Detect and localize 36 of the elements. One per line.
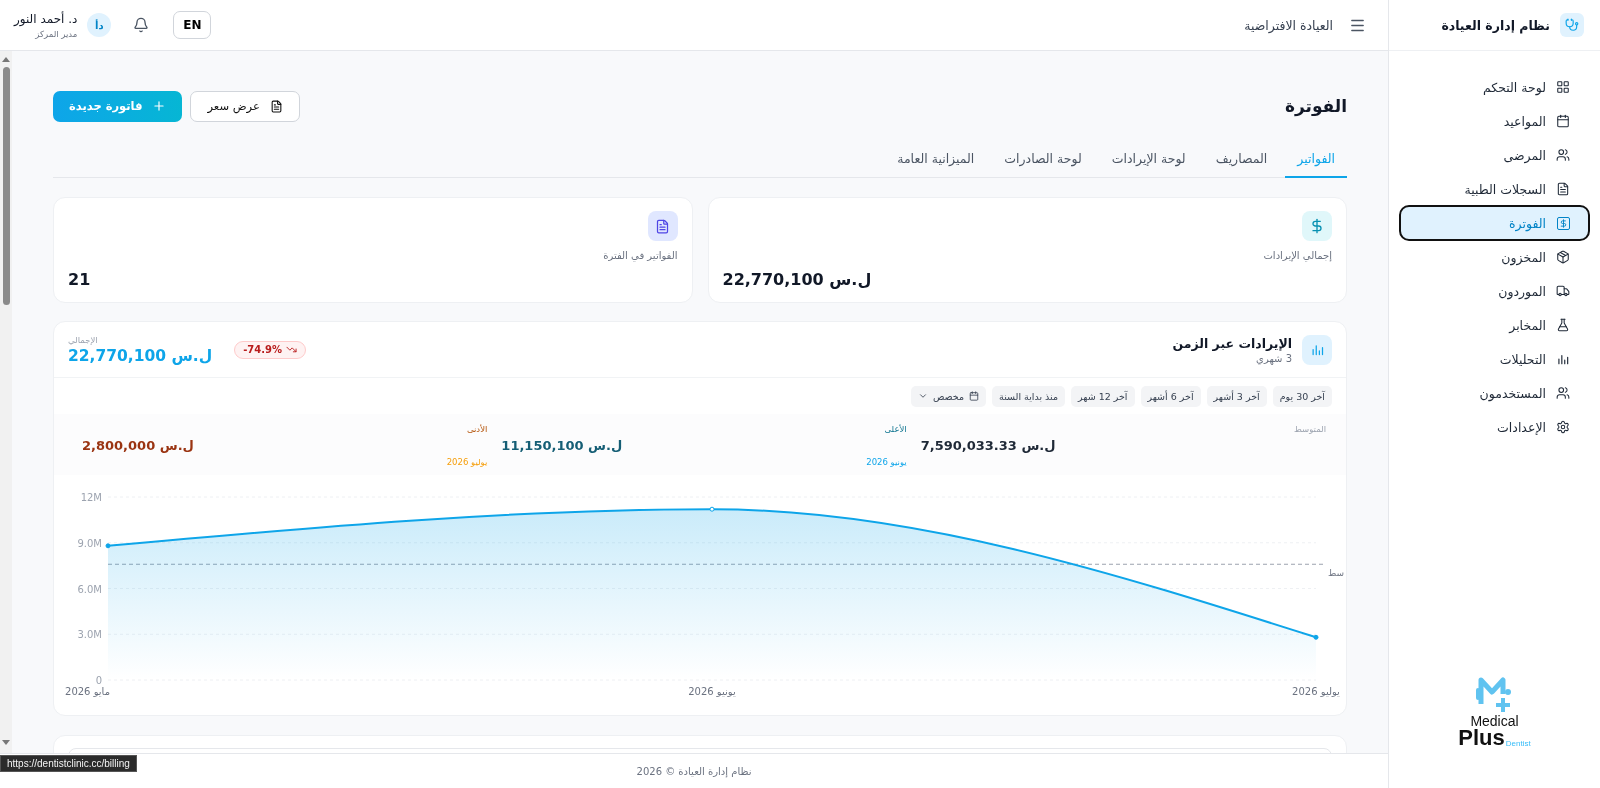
average-label: سط — [1328, 568, 1345, 579]
summary-value: ل.س 2,800,000 — [82, 438, 194, 454]
axis-label: 9.0M — [77, 537, 102, 549]
status-url: https://dentistclinic.cc/billing — [0, 755, 137, 772]
axis-label: يوليو 2026 — [1292, 686, 1340, 697]
stat-value: ل.س 22,770,100 — [722, 270, 872, 289]
summary-date: يونيو 2026 — [866, 457, 907, 467]
footer-text: نظام إدارة العيادة © 2026 — [636, 765, 752, 777]
axis-label: يونيو 2026 — [688, 686, 736, 697]
chart-title: الإيرادات عبر الزمن — [1172, 335, 1292, 351]
stat-value: 21 — [68, 270, 91, 289]
axis-label: مايو 2026 — [65, 686, 110, 697]
stat-label: الفواتير في الفترة — [602, 250, 678, 261]
logo-tagline: Dentist — [1505, 739, 1531, 748]
app-title: نظام إدارة العيادة — [1441, 17, 1550, 33]
axis-label: 12M — [80, 492, 102, 503]
chart-subtitle: 3 شهري — [1255, 352, 1292, 364]
page-title: الفوترة — [1284, 96, 1347, 116]
logo-text: Plus — [1458, 728, 1505, 748]
stat-label: إجمالي الإيرادات — [1262, 250, 1332, 261]
logo-text: Medical — [1470, 714, 1519, 728]
clinic-name: العيادة الافتراضية — [1244, 17, 1333, 33]
user-name: د. أحمد النور — [14, 11, 78, 26]
summary-label: الأعلى — [884, 424, 907, 435]
total-label: الإجمالي — [68, 334, 98, 345]
axis-label: 6.0M — [77, 583, 102, 595]
change-badge: -74.9% — [234, 340, 307, 359]
summary-label: الأدنى — [466, 424, 488, 435]
summary-label: المتوسط — [1294, 424, 1326, 435]
total-value: ل.س 22,770,100 — [68, 346, 213, 365]
axis-label: 3.0M — [77, 629, 102, 641]
user-role: مدير المركز — [34, 28, 78, 39]
summary-value: ل.س 7,590,033.33 — [920, 438, 1056, 454]
axis-label: 0 — [95, 675, 102, 686]
summary-date: يوليو 2026 — [446, 457, 488, 467]
summary-value: ل.س 11,150,100 — [501, 438, 623, 454]
